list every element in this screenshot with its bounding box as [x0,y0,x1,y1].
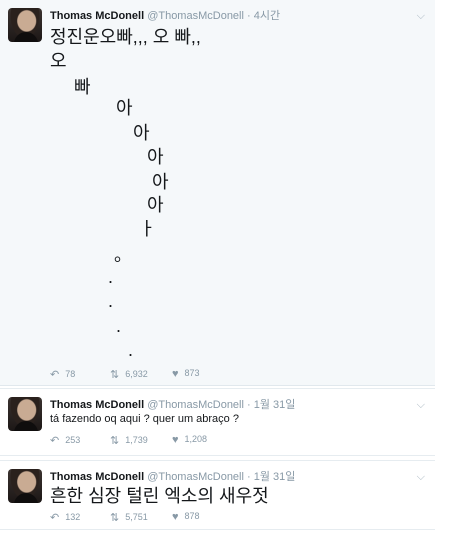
retweet-button[interactable]: ⇅ 5,751 [110,511,148,524]
like-count: 878 [184,511,200,521]
timestamp[interactable]: 1월 31일 [254,471,296,483]
reply-count: 253 [65,435,81,445]
tweet[interactable]: Thomas McDonell @ThomasMcDonell · 4시간 ⌵ … [0,0,435,386]
tweet-text-line: 아 [147,147,164,167]
tweet-text-line: 오 [50,51,67,71]
reply-button[interactable]: ↶ 253 [50,434,80,447]
user-handle[interactable]: @ThomasMcDonell [147,399,244,411]
tweet-text-line: . [108,291,114,311]
reply-icon: ↶ [50,512,60,524]
tweet-text: 흔한 심장 털린 엑소의 새우젓 [50,486,269,506]
user-handle[interactable]: @ThomasMcDonell [147,471,244,483]
retweet-button[interactable]: ⇅ 1,739 [110,434,148,447]
tweet-text-line: 아 [152,172,169,192]
avatar[interactable] [8,8,42,42]
avatar[interactable] [8,469,42,503]
retweet-count: 5,751 [125,512,148,522]
tweet-text: 정진운오빠,,, 오 빠,, 오 빠 아 아 아 아 아 ㅏ 。 . . . . [50,26,430,360]
tweet-text-line: 정진운오빠,,, 오 빠,, [50,27,201,47]
retweet-icon: ⇅ [110,435,120,447]
like-button[interactable]: ♥ 878 [172,511,200,523]
retweet-icon: ⇅ [110,512,120,524]
user-handle[interactable]: @ThomasMcDonell [147,10,244,22]
tweet-text-line: . [116,316,122,336]
display-name[interactable]: Thomas McDonell [50,471,144,483]
tweet-text-line: 아 [133,123,150,143]
chevron-down-icon[interactable]: ⌵ [417,471,425,484]
like-button[interactable]: ♥ 873 [172,368,200,380]
retweet-icon: ⇅ [110,369,120,381]
timestamp[interactable]: 1월 31일 [254,399,296,411]
separator-dot: · [247,471,251,483]
reply-icon: ↶ [50,435,60,447]
heart-icon: ♥ [172,511,179,523]
tweet-header: Thomas McDonell @ThomasMcDonell · 1월 31일 [50,470,295,484]
chevron-down-icon[interactable]: ⌵ [417,10,425,23]
heart-icon: ♥ [172,434,179,446]
tweet-text-line: 빠 [74,77,91,97]
display-name[interactable]: Thomas McDonell [50,399,144,411]
reply-icon: ↶ [50,369,60,381]
tweet-text-line: . [128,340,134,360]
separator-dot: · [247,10,251,22]
like-button[interactable]: ♥ 1,208 [172,434,207,446]
retweet-count: 1,739 [125,435,148,445]
tweet-text-line: . [108,267,114,287]
reply-count: 132 [65,512,81,522]
chevron-down-icon[interactable]: ⌵ [417,399,425,412]
heart-icon: ♥ [172,368,179,380]
tweet-text-line: 。 [114,245,132,265]
tweet-header: Thomas McDonell @ThomasMcDonell · 1월 31일 [50,398,295,412]
tweet-text-line: 아 [116,98,133,118]
retweet-button[interactable]: ⇅ 6,932 [110,368,148,381]
retweet-count: 6,932 [125,369,148,379]
like-count: 1,208 [184,434,208,444]
tweet[interactable]: Thomas McDonell @ThomasMcDonell · 1월 31일… [0,460,435,530]
tweet[interactable]: Thomas McDonell @ThomasMcDonell · 1월 31일… [0,388,435,456]
tweet-text-line: 아 [147,195,164,215]
display-name[interactable]: Thomas McDonell [50,10,144,22]
reply-count: 78 [65,369,76,379]
like-count: 873 [184,368,200,378]
reply-button[interactable]: ↶ 78 [50,368,75,381]
reply-button[interactable]: ↶ 132 [50,511,80,524]
tweet-text: tá fazendo oq aqui ? quer um abraço ? [50,413,239,425]
timestamp[interactable]: 4시간 [254,10,280,22]
tweet-text-line: ㅏ [139,219,156,239]
tweet-header: Thomas McDonell @ThomasMcDonell · 4시간 [50,9,280,23]
separator-dot: · [247,399,251,411]
avatar[interactable] [8,397,42,431]
